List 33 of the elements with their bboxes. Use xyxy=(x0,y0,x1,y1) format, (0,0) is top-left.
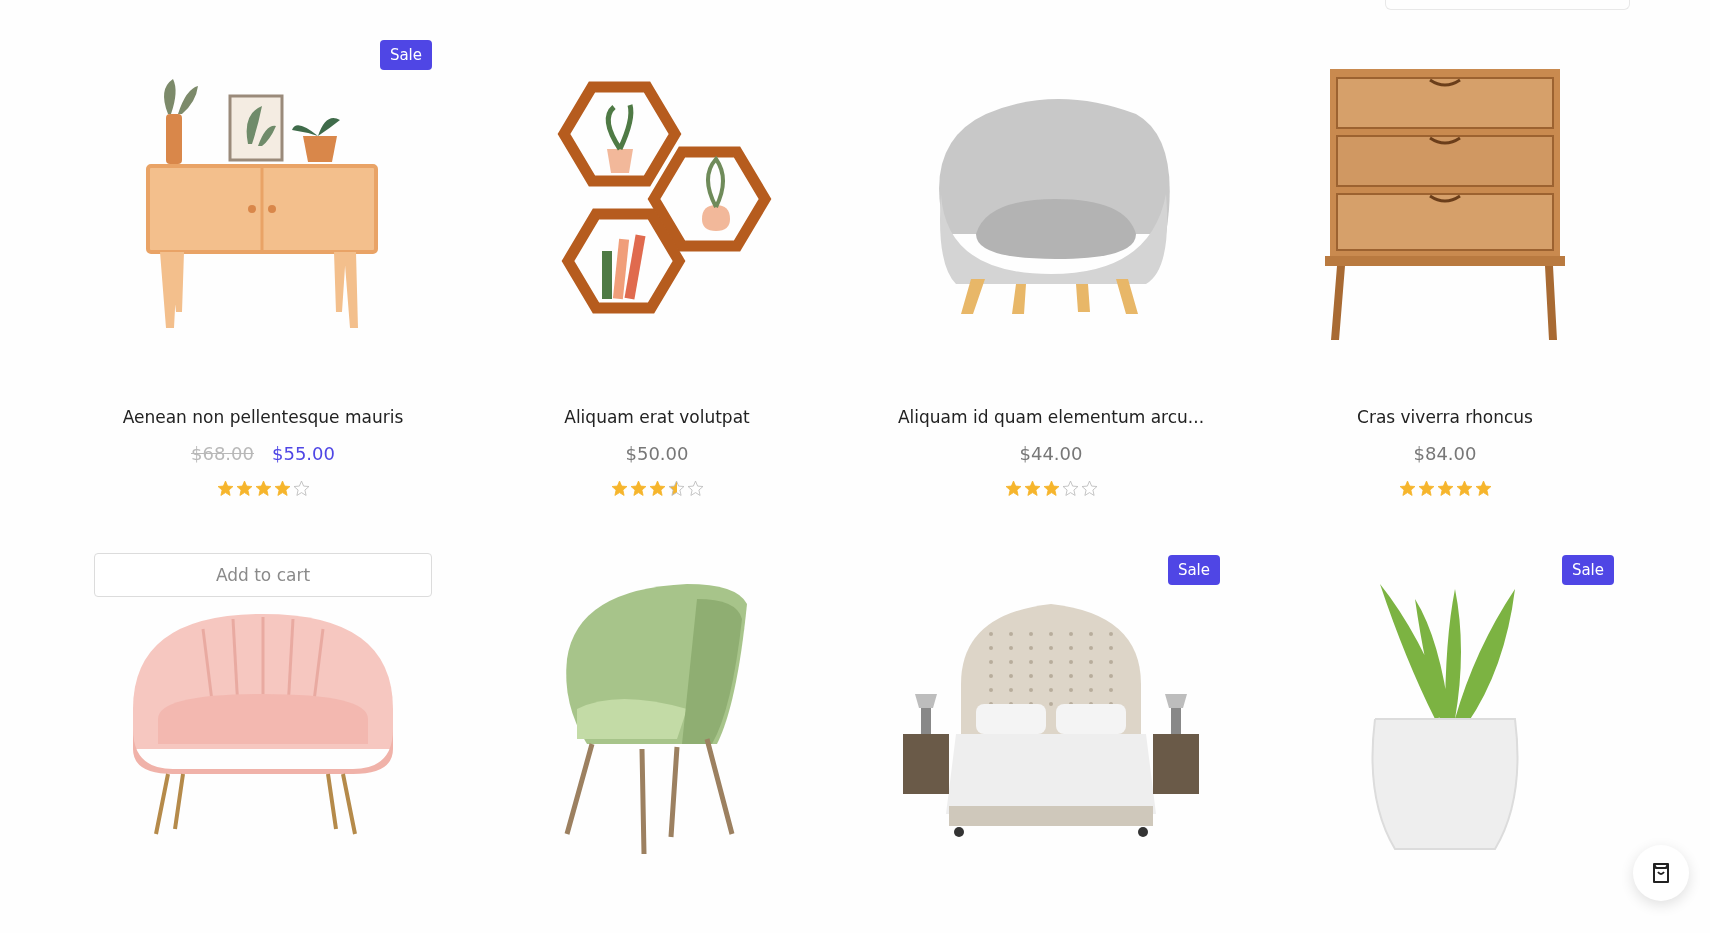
original-price: $68.00 xyxy=(191,443,254,464)
sale-badge: Sale xyxy=(1561,555,1614,585)
product-title[interactable]: Aenean non pellentesque mauris xyxy=(122,407,404,427)
star-icon xyxy=(1004,480,1022,497)
price: $55.00 xyxy=(272,443,335,464)
star-icon xyxy=(254,480,272,497)
star-icon xyxy=(235,480,253,497)
star-icon xyxy=(1474,480,1492,497)
star-icon xyxy=(216,480,234,497)
price: $50.00 xyxy=(625,443,689,464)
star-icon xyxy=(667,480,685,497)
star-icon xyxy=(1436,480,1454,497)
star-icon xyxy=(1023,480,1041,497)
cart-button[interactable] xyxy=(1633,845,1689,901)
star-icon xyxy=(1417,480,1435,497)
product-title[interactable]: Aliquam erat volutpat xyxy=(564,407,750,427)
star-icon xyxy=(610,480,628,497)
star-icon xyxy=(1455,480,1473,497)
star-icon xyxy=(1080,480,1098,497)
star-icon xyxy=(1061,480,1079,497)
sale-badge: Sale xyxy=(1167,555,1220,585)
star-icon xyxy=(292,480,310,497)
price: $84.00 xyxy=(1413,443,1477,464)
sale-badge: Sale xyxy=(379,40,432,70)
price: $44.00 xyxy=(1019,443,1083,464)
product-title[interactable]: Cras viverra rhoncus xyxy=(1357,407,1533,427)
star-icon xyxy=(1398,480,1416,497)
star-icon xyxy=(648,480,666,497)
star-icon xyxy=(629,480,647,497)
product-title[interactable]: Aliquam id quam elementum arcu... xyxy=(897,407,1205,427)
star-icon xyxy=(1042,480,1060,497)
star-icon xyxy=(686,480,704,497)
star-icon xyxy=(273,480,291,497)
